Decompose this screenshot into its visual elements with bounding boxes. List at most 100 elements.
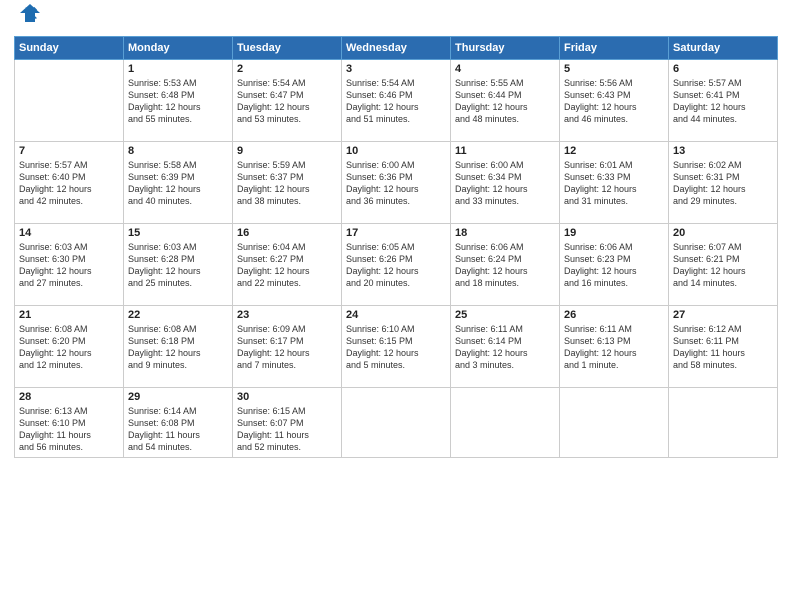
day-info: Sunrise: 6:08 AM Sunset: 6:18 PM Dayligh… <box>128 323 228 372</box>
logo <box>14 10 40 30</box>
calendar-cell: 27 Sunrise: 6:12 AM Sunset: 6:11 PM Dayli… <box>669 305 778 387</box>
calendar-week-4: 21Sunrise: 6:08 AM Sunset: 6:20 PM Dayli… <box>15 305 778 387</box>
weekday-header-monday: Monday <box>124 36 233 59</box>
weekday-header-friday: Friday <box>560 36 669 59</box>
calendar-cell: 26 Sunrise: 6:11 AM Sunset: 6:13 PM Dayli… <box>560 305 669 387</box>
calendar-cell: 8 Sunrise: 5:58 AM Sunset: 6:39 PM Daylig… <box>124 141 233 223</box>
day-info: Sunrise: 6:08 AM Sunset: 6:20 PM Dayligh… <box>19 323 119 372</box>
weekday-header-saturday: Saturday <box>669 36 778 59</box>
calendar-cell: 29 Sunrise: 6:14 AM Sunset: 6:08 PM Dayli… <box>124 387 233 457</box>
day-number: 8 <box>128 145 228 157</box>
calendar-cell: 3 Sunrise: 5:54 AM Sunset: 6:46 PM Daylig… <box>342 59 451 141</box>
weekday-header-sunday: Sunday <box>15 36 124 59</box>
day-info: Sunrise: 6:13 AM Sunset: 6:10 PM Dayligh… <box>19 405 119 454</box>
day-number: 24 <box>346 309 446 321</box>
calendar-week-2: 7 Sunrise: 5:57 AM Sunset: 6:40 PM Daylig… <box>15 141 778 223</box>
calendar-cell <box>451 387 560 457</box>
calendar-body: 1 Sunrise: 5:53 AM Sunset: 6:48 PM Daylig… <box>15 59 778 457</box>
calendar-week-1: 1 Sunrise: 5:53 AM Sunset: 6:48 PM Daylig… <box>15 59 778 141</box>
calendar-cell: 2Sunrise: 5:54 AM Sunset: 6:47 PM Daylig… <box>233 59 342 141</box>
day-info: Sunrise: 6:10 AM Sunset: 6:15 PM Dayligh… <box>346 323 446 372</box>
calendar-cell <box>342 387 451 457</box>
calendar-cell <box>15 59 124 141</box>
calendar-cell: 24 Sunrise: 6:10 AM Sunset: 6:15 PM Dayli… <box>342 305 451 387</box>
calendar-cell: 11Sunrise: 6:00 AM Sunset: 6:34 PM Dayli… <box>451 141 560 223</box>
calendar-cell: 16 Sunrise: 6:04 AM Sunset: 6:27 PM Dayli… <box>233 223 342 305</box>
weekday-header-tuesday: Tuesday <box>233 36 342 59</box>
calendar-cell: 15Sunrise: 6:03 AM Sunset: 6:28 PM Dayli… <box>124 223 233 305</box>
day-info: Sunrise: 5:58 AM Sunset: 6:39 PM Dayligh… <box>128 159 228 208</box>
calendar-cell: 7 Sunrise: 5:57 AM Sunset: 6:40 PM Daylig… <box>15 141 124 223</box>
calendar-table: SundayMondayTuesdayWednesdayThursdayFrid… <box>14 36 778 458</box>
day-number: 22 <box>128 309 228 321</box>
calendar-cell: 25 Sunrise: 6:11 AM Sunset: 6:14 PM Dayli… <box>451 305 560 387</box>
day-number: 26 <box>564 309 664 321</box>
day-number: 1 <box>128 63 228 75</box>
calendar-cell: 12 Sunrise: 6:01 AM Sunset: 6:33 PM Dayli… <box>560 141 669 223</box>
calendar-cell: 9 Sunrise: 5:59 AM Sunset: 6:37 PM Daylig… <box>233 141 342 223</box>
calendar-cell: 23 Sunrise: 6:09 AM Sunset: 6:17 PM Dayli… <box>233 305 342 387</box>
calendar-cell: 14Sunrise: 6:03 AM Sunset: 6:30 PM Dayli… <box>15 223 124 305</box>
calendar-cell: 18 Sunrise: 6:06 AM Sunset: 6:24 PM Dayli… <box>451 223 560 305</box>
calendar-cell: 10 Sunrise: 6:00 AM Sunset: 6:36 PM Dayli… <box>342 141 451 223</box>
day-number: 10 <box>346 145 446 157</box>
day-info: Sunrise: 6:06 AM Sunset: 6:23 PM Dayligh… <box>564 241 664 290</box>
day-info: Sunrise: 6:01 AM Sunset: 6:33 PM Dayligh… <box>564 159 664 208</box>
day-info: Sunrise: 6:09 AM Sunset: 6:17 PM Dayligh… <box>237 323 337 372</box>
day-number: 3 <box>346 63 446 75</box>
calendar-cell: 30 Sunrise: 6:15 AM Sunset: 6:07 PM Dayli… <box>233 387 342 457</box>
calendar-cell: 28 Sunrise: 6:13 AM Sunset: 6:10 PM Dayli… <box>15 387 124 457</box>
day-number: 9 <box>237 145 337 157</box>
day-number: 13 <box>673 145 773 157</box>
day-info: Sunrise: 6:02 AM Sunset: 6:31 PM Dayligh… <box>673 159 773 208</box>
day-number: 16 <box>237 227 337 239</box>
weekday-header-thursday: Thursday <box>451 36 560 59</box>
day-info: Sunrise: 5:57 AM Sunset: 6:41 PM Dayligh… <box>673 77 773 126</box>
day-number: 20 <box>673 227 773 239</box>
day-info: Sunrise: 6:11 AM Sunset: 6:14 PM Dayligh… <box>455 323 555 372</box>
day-info: Sunrise: 6:05 AM Sunset: 6:26 PM Dayligh… <box>346 241 446 290</box>
calendar-cell <box>669 387 778 457</box>
day-number: 2 <box>237 63 337 75</box>
day-number: 15 <box>128 227 228 239</box>
day-info: Sunrise: 6:15 AM Sunset: 6:07 PM Dayligh… <box>237 405 337 454</box>
calendar-cell: 19 Sunrise: 6:06 AM Sunset: 6:23 PM Dayli… <box>560 223 669 305</box>
day-number: 5 <box>564 63 664 75</box>
day-info: Sunrise: 5:59 AM Sunset: 6:37 PM Dayligh… <box>237 159 337 208</box>
day-number: 25 <box>455 309 555 321</box>
day-number: 11 <box>455 145 555 157</box>
day-number: 4 <box>455 63 555 75</box>
day-info: Sunrise: 6:11 AM Sunset: 6:13 PM Dayligh… <box>564 323 664 372</box>
day-number: 27 <box>673 309 773 321</box>
calendar-cell: 6 Sunrise: 5:57 AM Sunset: 6:41 PM Daylig… <box>669 59 778 141</box>
day-info: Sunrise: 5:53 AM Sunset: 6:48 PM Dayligh… <box>128 77 228 126</box>
calendar-cell: 13 Sunrise: 6:02 AM Sunset: 6:31 PM Dayli… <box>669 141 778 223</box>
day-info: Sunrise: 5:54 AM Sunset: 6:46 PM Dayligh… <box>346 77 446 126</box>
day-info: Sunrise: 6:07 AM Sunset: 6:21 PM Dayligh… <box>673 241 773 290</box>
day-number: 19 <box>564 227 664 239</box>
day-info: Sunrise: 5:55 AM Sunset: 6:44 PM Dayligh… <box>455 77 555 126</box>
day-number: 7 <box>19 145 119 157</box>
day-info: Sunrise: 6:00 AM Sunset: 6:36 PM Dayligh… <box>346 159 446 208</box>
day-info: Sunrise: 6:06 AM Sunset: 6:24 PM Dayligh… <box>455 241 555 290</box>
day-number: 23 <box>237 309 337 321</box>
day-number: 6 <box>673 63 773 75</box>
day-number: 28 <box>19 391 119 403</box>
day-number: 30 <box>237 391 337 403</box>
weekday-header-wednesday: Wednesday <box>342 36 451 59</box>
day-info: Sunrise: 6:12 AM Sunset: 6:11 PM Dayligh… <box>673 323 773 372</box>
calendar-cell: 1 Sunrise: 5:53 AM Sunset: 6:48 PM Daylig… <box>124 59 233 141</box>
calendar-cell <box>560 387 669 457</box>
day-info: Sunrise: 6:14 AM Sunset: 6:08 PM Dayligh… <box>128 405 228 454</box>
day-info: Sunrise: 5:57 AM Sunset: 6:40 PM Dayligh… <box>19 159 119 208</box>
day-info: Sunrise: 6:03 AM Sunset: 6:30 PM Dayligh… <box>19 241 119 290</box>
day-info: Sunrise: 6:04 AM Sunset: 6:27 PM Dayligh… <box>237 241 337 290</box>
calendar-cell: 5Sunrise: 5:56 AM Sunset: 6:43 PM Daylig… <box>560 59 669 141</box>
day-number: 12 <box>564 145 664 157</box>
logo-arrow-icon <box>18 2 40 24</box>
calendar-week-3: 14Sunrise: 6:03 AM Sunset: 6:30 PM Dayli… <box>15 223 778 305</box>
day-number: 29 <box>128 391 228 403</box>
calendar-container: SundayMondayTuesdayWednesdayThursdayFrid… <box>0 0 792 612</box>
calendar-cell: 4 Sunrise: 5:55 AM Sunset: 6:44 PM Daylig… <box>451 59 560 141</box>
day-number: 18 <box>455 227 555 239</box>
